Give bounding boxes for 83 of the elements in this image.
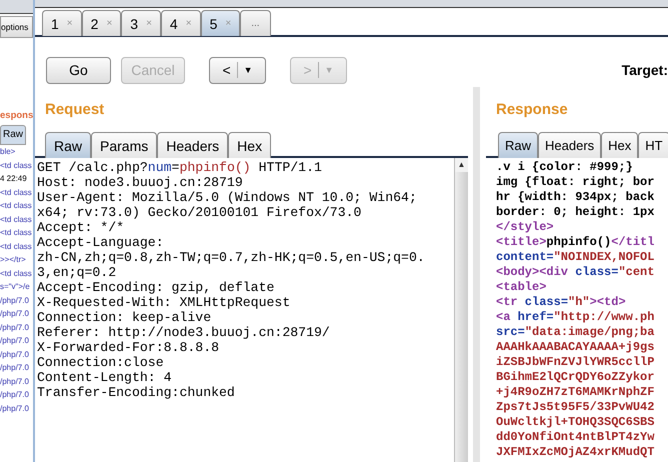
- code-line: s="v">/e: [0, 281, 31, 293]
- code-line: Referer: http://node3.buuoj.cn:28719/: [37, 325, 331, 340]
- tab[interactable]: 4 ×: [160, 10, 201, 36]
- code-line: JXFMIxZcMOjAZ4xrKMudQT: [496, 445, 656, 460]
- code-line: /php/7.0: [0, 294, 30, 307]
- code-line: <td class: [0, 240, 33, 252]
- code-line: iZSBJbWFnZVJlYWR5ccllP: [496, 355, 656, 370]
- panel-title: espons: [0, 110, 33, 121]
- code-line: Transfer-Encoding:chunked: [37, 385, 236, 400]
- more-tabs-button[interactable]: ...: [240, 10, 271, 36]
- code-line: <td class: [0, 268, 33, 280]
- code-line: /php/7.0: [0, 322, 30, 334]
- code-line: border: 0; height: 1px: [496, 205, 656, 220]
- code-line: >></tr>: [0, 254, 27, 266]
- code-line: Accept-Encoding: gzip, deflate: [37, 280, 276, 295]
- caret-icon: ▼: [244, 65, 253, 75]
- code-line: Content-Length: 4: [37, 370, 173, 385]
- code-line: User-Agent: Mozilla/5.0 (Windows NT 10.0; Win64;: [37, 190, 418, 205]
- go-button[interactable]: Go: [46, 56, 111, 84]
- code-line: /php/7.0: [0, 376, 30, 388]
- code-line: AAAHkAAABACAYAAAA+j9gs: [496, 340, 656, 355]
- code-line: Connection: keep-alive: [37, 310, 212, 325]
- code-line: <tr class="h"><td>: [496, 295, 627, 310]
- scrollbar[interactable]: ▲: [454, 158, 468, 462]
- code-line: Accept: */*: [37, 220, 126, 235]
- code-line: BGihmE2lQCrQDY6oZZykor: [496, 370, 656, 385]
- code-line: content="NOINDEX,NOFOL: [496, 250, 656, 265]
- code-line: <td class: [0, 200, 33, 212]
- code-line: 4 22:49: [0, 173, 28, 185]
- request-title: Request: [44, 100, 106, 120]
- code-line: /php/7.0: [0, 389, 30, 401]
- code-line: .v i {color: #999;}: [496, 160, 634, 175]
- code-line: OuWcltkjl+TOHQ3SQC6SBS: [496, 415, 656, 430]
- tab[interactable]: Hex: [601, 132, 638, 158]
- code-line: dd0YoNfiOnt4ntBlPT4zYw: [496, 430, 656, 445]
- tab[interactable]: Raw: [498, 132, 538, 158]
- back-button[interactable]: < ▼: [209, 56, 266, 84]
- code-line: <td class: [0, 227, 33, 239]
- tab[interactable]: Headers: [157, 132, 228, 158]
- code-line: /php/7.0: [0, 362, 30, 374]
- response-title: Response: [495, 100, 569, 120]
- code-line: X-Requested-With: XMLHttpRequest: [37, 295, 292, 310]
- code-line: +j4R9oZH7zT6MAMKrNphZF: [496, 385, 656, 400]
- code-line: Zps7tJs5t95F5/33PvWU42: [496, 400, 656, 415]
- code-line: /php/7.0: [0, 348, 30, 361]
- code-line: </style>: [496, 220, 555, 235]
- tab[interactable]: HT: [638, 132, 668, 158]
- code-line: /php/7.0: [0, 335, 30, 347]
- code-line: zh-CN,zh;q=0.8,zh-TW;q=0.7,zh-HK;q=0.5,en-US;q=0.: [37, 250, 426, 265]
- tab[interactable]: 3 ×: [121, 10, 161, 36]
- tab[interactable]: Raw: [0, 125, 26, 145]
- code-line: <body><div class="cent: [496, 265, 656, 280]
- code-line: Accept-Language:: [37, 235, 165, 250]
- code-line: GET /calc.php?num=phpinfo() HTTP/1.1: [37, 160, 323, 175]
- code-line: img {float: right; bor: [496, 175, 656, 190]
- scroll-up-icon[interactable]: ▲: [455, 158, 468, 172]
- code-line: X-Forwarded-For:8.8.8.8: [37, 340, 220, 355]
- code-line: /php/7.0: [0, 402, 30, 415]
- target-label: Target:: [622, 62, 668, 78]
- code-line: src="data:image/png;ba: [496, 325, 656, 340]
- tab[interactable]: Hex: [228, 132, 272, 158]
- tab[interactable]: 5 ×: [200, 10, 240, 36]
- code-line: x64; rv:73.0) Gecko/20100101 Firefox/73.0: [37, 205, 362, 220]
- code-line: <td class: [0, 214, 33, 226]
- code-line: /php/7.0: [0, 308, 30, 320]
- options-button[interactable]: options: [0, 16, 33, 38]
- tab[interactable]: Params: [91, 132, 158, 158]
- code-line: ble>: [0, 146, 16, 158]
- code-line: <title>phpinfo()</titl: [496, 235, 656, 250]
- tab[interactable]: Raw: [45, 132, 92, 158]
- caret-icon: ▼: [324, 65, 334, 75]
- code-line: Connection:close: [37, 355, 165, 370]
- code-line: hr {width: 934px; back: [496, 190, 656, 205]
- tab[interactable]: 2 ×: [82, 10, 122, 36]
- tab[interactable]: 1 ×: [42, 10, 82, 36]
- code-line: <td class: [0, 186, 33, 198]
- code-line: Host: node3.buuoj.cn:28719: [37, 175, 244, 190]
- code-line: <table>: [496, 280, 548, 295]
- code-line: <td class: [0, 160, 33, 172]
- code-line: 3,en;q=0.2: [37, 265, 118, 280]
- tab[interactable]: Headers: [538, 132, 602, 158]
- window-frame: [0, 0, 33, 14]
- code-line: <a href="http://www.ph: [496, 310, 656, 325]
